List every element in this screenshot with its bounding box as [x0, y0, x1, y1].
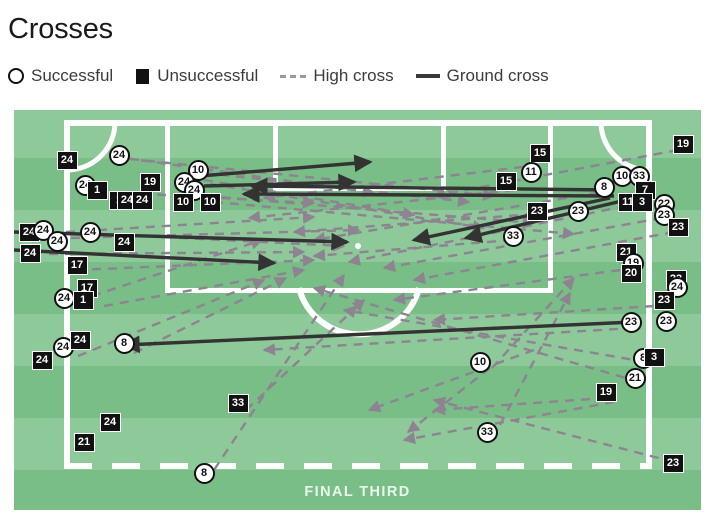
- cross-marker-successful[interactable]: 33: [502, 225, 524, 247]
- open-circle-icon: [8, 68, 24, 84]
- legend-label-ground-cross: Ground cross: [446, 66, 549, 85]
- cross-marker-successful[interactable]: 23: [655, 310, 677, 332]
- cross-trajectories-svg: [14, 148, 679, 471]
- cross-marker-unsuccessful[interactable]: 17: [66, 255, 88, 275]
- cross-marker-unsuccessful[interactable]: 10: [199, 192, 221, 212]
- cross-marker-unsuccessful[interactable]: 24: [69, 330, 91, 350]
- cross-marker-unsuccessful[interactable]: 10: [172, 192, 194, 212]
- cross-marker-unsuccessful[interactable]: 24: [99, 412, 121, 432]
- cross-marker-unsuccessful[interactable]: 24: [131, 190, 153, 210]
- cross-marker-unsuccessful[interactable]: 23: [526, 201, 548, 221]
- cross-marker-unsuccessful[interactable]: 19: [595, 382, 617, 402]
- pitch: FINAL THIRD 24 24 19 24 1 24 24 10 24 24…: [14, 110, 701, 510]
- cross-marker-unsuccessful[interactable]: 15: [495, 171, 517, 191]
- cross-marker-successful[interactable]: 8: [593, 176, 615, 198]
- cross-marker-unsuccessful[interactable]: 23: [662, 453, 684, 473]
- solid-line-icon: [415, 74, 440, 78]
- cross-marker-successful[interactable]: 23: [620, 311, 642, 333]
- cross-marker-unsuccessful[interactable]: 23: [667, 217, 689, 237]
- cross-marker-unsuccessful[interactable]: 3: [631, 192, 653, 212]
- filled-square-icon: [135, 67, 151, 85]
- cross-marker-unsuccessful[interactable]: 3: [643, 347, 665, 367]
- cross-marker-unsuccessful[interactable]: 23: [653, 290, 675, 310]
- cross-marker-unsuccessful[interactable]: 19: [672, 134, 694, 154]
- cross-marker-unsuccessful[interactable]: 15: [529, 143, 551, 163]
- cross-marker-unsuccessful[interactable]: 19: [139, 172, 161, 192]
- legend: Successful Unsuccessful High cross Groun…: [8, 66, 571, 86]
- cross-marker-unsuccessful[interactable]: 24: [56, 150, 78, 170]
- legend-item-high-cross: High cross: [280, 66, 394, 86]
- cross-marker-unsuccessful[interactable]: 24: [113, 232, 135, 252]
- cross-marker-successful[interactable]: 24: [79, 221, 101, 243]
- cross-marker-unsuccessful[interactable]: 20: [620, 263, 642, 283]
- cross-marker-successful[interactable]: 8: [193, 462, 215, 484]
- page-title: Crosses: [8, 13, 113, 45]
- cross-marker-unsuccessful[interactable]: 21: [73, 432, 95, 452]
- cross-marker-successful[interactable]: 10: [469, 351, 491, 373]
- legend-label-unsuccessful: Unsuccessful: [157, 66, 259, 85]
- cross-marker-successful[interactable]: 21: [624, 367, 646, 389]
- legend-label-high-cross: High cross: [313, 66, 394, 85]
- cross-marker-successful[interactable]: 24: [53, 287, 75, 309]
- legend-label-successful: Successful: [31, 66, 114, 85]
- dashed-line-icon: [280, 74, 307, 78]
- cross-marker-unsuccessful[interactable]: 33: [227, 393, 249, 413]
- cross-marker-unsuccessful[interactable]: 24: [31, 350, 53, 370]
- legend-item-ground-cross: Ground cross: [415, 66, 549, 86]
- cross-marker-successful[interactable]: 33: [476, 421, 498, 443]
- cross-marker-unsuccessful[interactable]: 1: [72, 290, 94, 310]
- cross-marker-successful[interactable]: 24: [108, 144, 130, 166]
- legend-item-unsuccessful: Unsuccessful: [135, 66, 258, 86]
- cross-marker-successful[interactable]: 8: [113, 332, 135, 354]
- cross-marker-unsuccessful[interactable]: 1: [86, 180, 108, 200]
- legend-item-successful: Successful: [8, 66, 113, 86]
- crosses-visualization: Crosses Successful Unsuccessful High cro…: [0, 0, 715, 517]
- cross-marker-successful[interactable]: 23: [567, 200, 589, 222]
- cross-marker-successful[interactable]: 24: [46, 230, 68, 252]
- cross-marker-successful[interactable]: 11: [520, 161, 542, 183]
- cross-marker-unsuccessful[interactable]: 24: [19, 243, 41, 263]
